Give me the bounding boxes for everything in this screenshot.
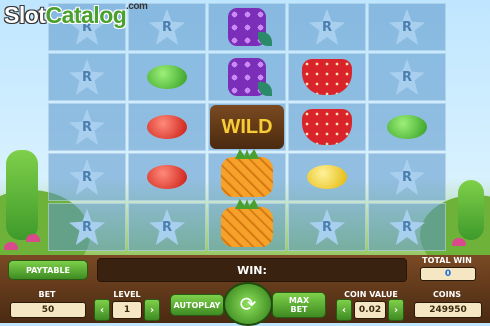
grape-symbol <box>228 58 272 96</box>
reel-cell: R <box>127 202 207 252</box>
grape-symbol <box>228 8 272 46</box>
reel-cell: R <box>287 2 367 52</box>
reel-cell <box>207 199 287 252</box>
reel-cell: R <box>367 2 447 52</box>
reel-3: WILD <box>207 0 287 252</box>
coin-value: 0.02 <box>354 301 386 319</box>
spin-button[interactable]: ⟳ <box>223 282 273 326</box>
reel-cell <box>127 152 207 202</box>
total-win-value: 0 <box>420 267 476 281</box>
reel-1: RRRRR <box>47 0 127 252</box>
coins-label: COINS <box>432 290 462 299</box>
bet-value: 50 <box>10 302 86 318</box>
reel-cell: R <box>367 202 447 252</box>
reel-cell <box>287 52 367 102</box>
reel-cell: R <box>47 52 127 102</box>
reel-cell: R <box>47 202 127 252</box>
level-decrease-button[interactable]: ‹ <box>94 299 110 321</box>
wild-symbol: WILD <box>210 105 284 149</box>
yellow-candy-symbol <box>307 165 347 189</box>
mushroom-left <box>4 242 18 250</box>
level-label: LEVEL <box>113 290 141 299</box>
level-increase-button[interactable]: › <box>144 299 160 321</box>
total-win-label: TOTAL WIN <box>422 256 472 265</box>
coins-value: 249950 <box>414 302 482 318</box>
level-value: 1 <box>112 301 142 319</box>
reel-cell <box>287 152 367 202</box>
red-candy-symbol <box>147 115 187 139</box>
reel-cell: R <box>367 152 447 202</box>
bet-label: BET <box>38 290 56 299</box>
red-candy-symbol <box>147 165 187 189</box>
green-candy-symbol <box>387 115 427 139</box>
coin-value-label: COIN VALUE <box>344 290 398 299</box>
reel-4: RR <box>287 0 367 252</box>
reel-cell: R <box>47 102 127 152</box>
coin-value-increase-button[interactable]: › <box>388 299 404 321</box>
paytable-button[interactable]: PAYTABLE <box>8 260 88 280</box>
reel-cell <box>207 52 287 102</box>
mushroom-left2 <box>26 234 40 242</box>
tree-right <box>458 180 484 240</box>
green-candy-symbol <box>147 65 187 89</box>
reel-2: RR <box>127 0 207 252</box>
pineapple-symbol <box>221 149 273 197</box>
reel-cell <box>367 102 447 152</box>
tree-left <box>6 150 38 240</box>
reel-5: RRRR <box>367 0 447 252</box>
reel-cell: R <box>367 52 447 102</box>
reel-cell <box>287 102 367 152</box>
reel-cell <box>127 52 207 102</box>
coin-value-decrease-button[interactable]: ‹ <box>336 299 352 321</box>
slotcatalog-watermark: SlotCatalog .com <box>4 1 148 28</box>
reel-cell: R <box>47 152 127 202</box>
reel-grid: R R R R R R R WILD R R R R R R <box>47 0 447 252</box>
reel-cell <box>207 2 287 52</box>
autoplay-button[interactable]: AUTOPLAY <box>170 294 224 316</box>
max-bet-button[interactable]: MAX BET <box>272 292 326 318</box>
pineapple-symbol <box>221 199 273 247</box>
win-display: WIN: <box>97 258 407 282</box>
mushroom-right <box>452 238 466 246</box>
spin-icon: ⟳ <box>239 292 257 316</box>
reel-cell <box>207 149 287 202</box>
reel-cell <box>127 102 207 152</box>
reel-cell: WILD <box>207 102 287 152</box>
reel-cell: R <box>287 202 367 252</box>
